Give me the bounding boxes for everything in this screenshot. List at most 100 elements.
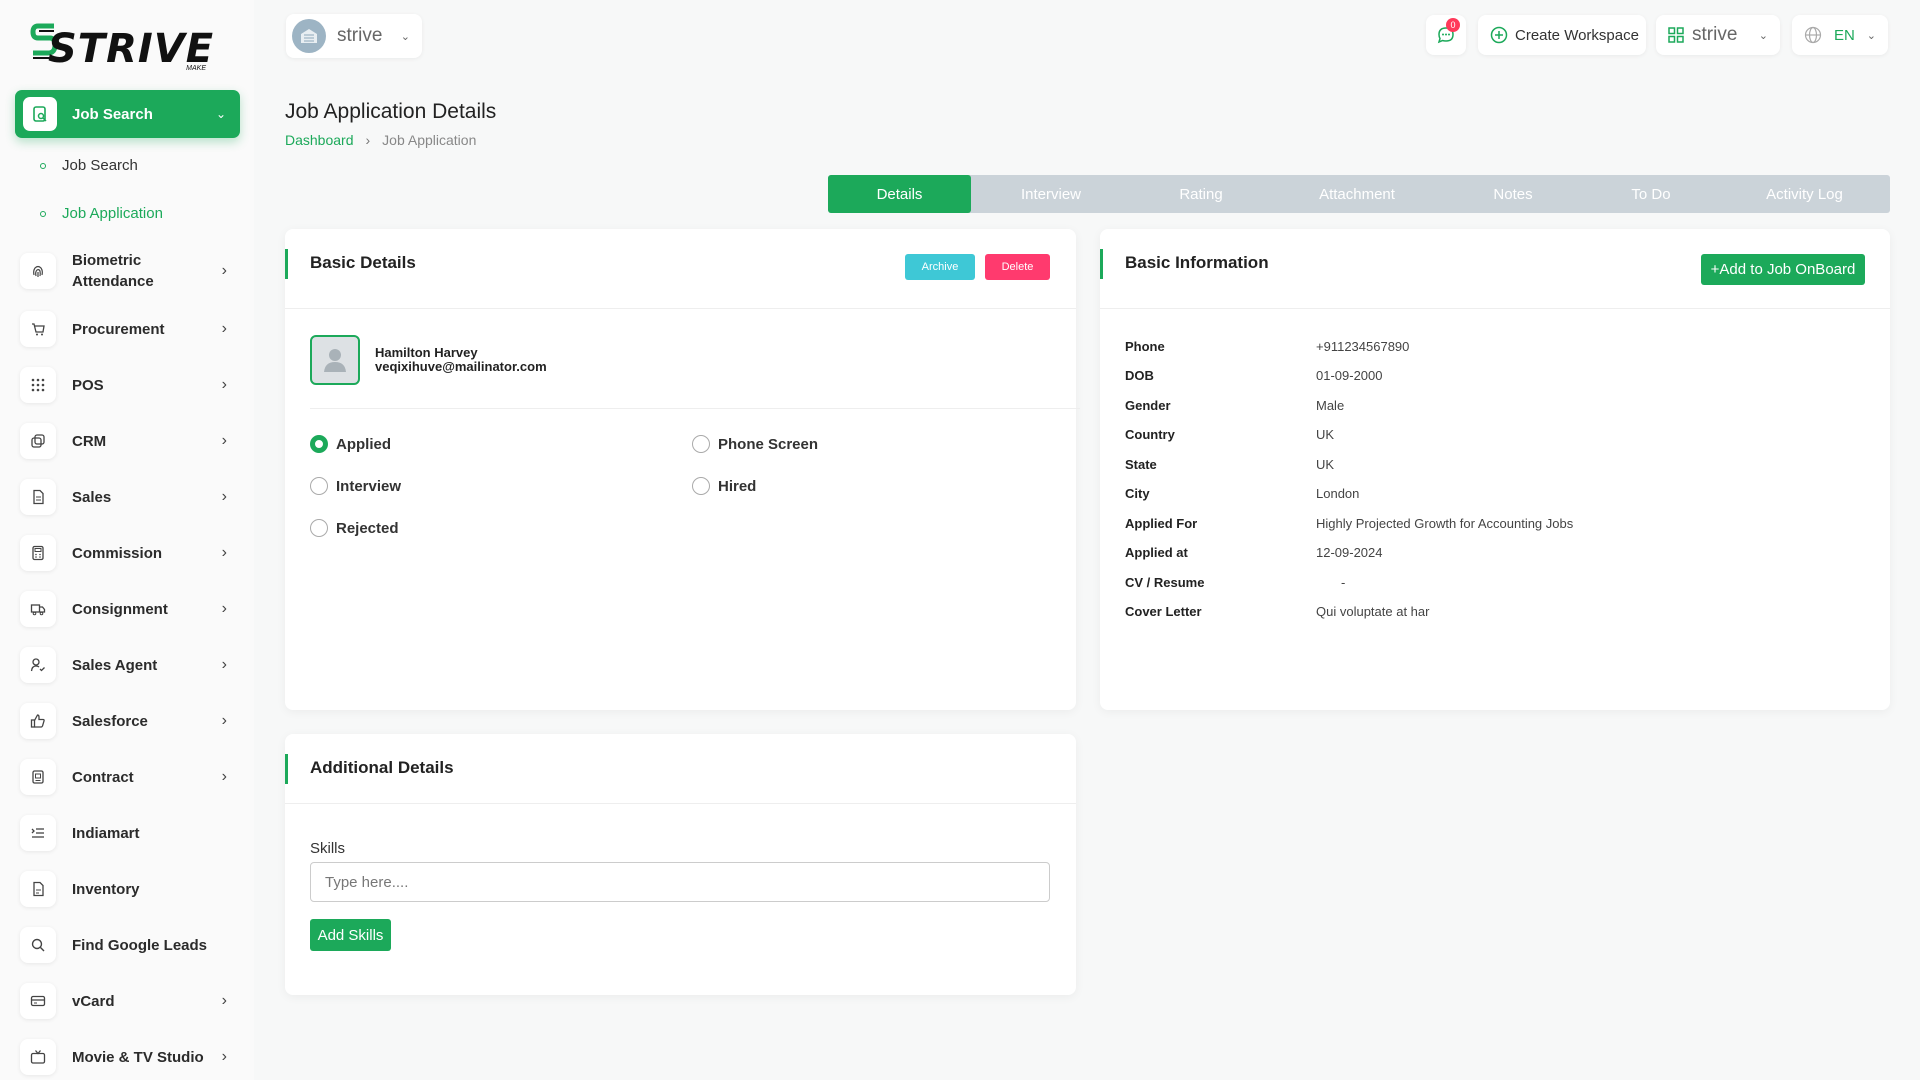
info-key: Cover Letter — [1125, 604, 1202, 619]
sidebar-item-label: Commission — [72, 544, 163, 562]
radio-circle — [310, 435, 328, 453]
notification-badge: 0 — [1446, 18, 1460, 32]
info-value: Male — [1316, 398, 1345, 413]
info-row-gender: Gender Male — [1125, 398, 1344, 413]
radio-circle — [692, 435, 710, 453]
calculator-icon — [20, 535, 56, 571]
card-header: Basic Details Archive Delete — [285, 229, 1076, 309]
sidebar-item-label: Salesforce — [72, 712, 148, 730]
info-value: UK — [1316, 457, 1335, 472]
tab-interview[interactable]: Interview — [971, 175, 1131, 213]
sidebar-item-indiamart[interactable]: Indiamart — [20, 815, 235, 851]
bullet-icon — [40, 210, 46, 217]
sidebar-subitem-job-search[interactable]: Job Search — [40, 157, 138, 174]
sidebar-item-pos[interactable]: POS › — [20, 367, 235, 403]
stage-radio-rejected[interactable]: Rejected — [310, 519, 399, 537]
stage-radio-interview[interactable]: Interview — [310, 477, 401, 495]
tab-notes[interactable]: Notes — [1443, 175, 1583, 213]
brand-logo[interactable]: STRIVE MAKE — [30, 20, 213, 72]
sidebar-item-find-google-leads[interactable]: Find Google Leads — [20, 927, 235, 963]
skills-label: Skills — [310, 840, 346, 857]
info-value: Highly Projected Growth for Accounting J… — [1316, 516, 1574, 531]
page-title: Job Application Details — [285, 100, 497, 123]
crm-icon — [20, 423, 56, 459]
info-row-cv-resume: CV / Resume - — [1125, 575, 1345, 590]
sidebar-item-label: POS — [72, 376, 104, 394]
radio-label: Phone Screen — [718, 435, 819, 453]
card-accent-bar — [1100, 249, 1103, 279]
info-value: 01-09-2000 — [1316, 368, 1383, 383]
card-title: Basic Information — [1125, 253, 1269, 272]
applicant-name: Hamilton Harvey — [375, 345, 478, 360]
breadcrumb-dashboard-link[interactable]: Dashboard — [285, 132, 354, 148]
basic-information-card: Basic Information +Add to Job OnBoard Ph… — [1100, 229, 1890, 710]
sidebar-subitem-label: Job Application — [62, 205, 163, 222]
chevron-right-icon: › — [221, 712, 227, 729]
tab-attachment[interactable]: Attachment — [1271, 175, 1443, 213]
tab-activity-log[interactable]: Activity Log — [1719, 175, 1890, 213]
tab-details[interactable]: Details — [828, 175, 971, 213]
list-icon — [20, 815, 56, 851]
bullet-icon — [40, 162, 46, 169]
language-switcher[interactable]: EN ⌄ — [1792, 15, 1888, 55]
sidebar-item-sales-agent[interactable]: Sales Agent › — [20, 647, 235, 683]
sidebar-item-sales[interactable]: Sales › — [20, 479, 235, 515]
info-key: Country — [1125, 427, 1175, 442]
sidebar-item-contract[interactable]: Contract › — [20, 759, 235, 795]
add-skills-button[interactable]: Add Skills — [310, 919, 391, 951]
stage-radio-applied[interactable]: Applied — [310, 435, 391, 453]
workspace-dropdown[interactable]: strive ⌄ — [286, 14, 422, 58]
sidebar-item-vcard[interactable]: vCard › — [20, 983, 235, 1019]
add-to-job-onboard-button[interactable]: +Add to Job OnBoard — [1701, 254, 1865, 285]
grid-icon — [20, 367, 56, 403]
sidebar-item-label: Procurement — [72, 320, 165, 338]
sidebar-item-crm[interactable]: CRM › — [20, 423, 235, 459]
stage-radio-phone-screen[interactable]: Phone Screen — [692, 435, 818, 453]
tab-to-do[interactable]: To Do — [1583, 175, 1719, 213]
info-key: City — [1125, 486, 1150, 501]
info-row-city: City London — [1125, 486, 1359, 501]
archive-button[interactable]: Archive — [905, 254, 975, 280]
radio-label: Applied — [336, 435, 391, 453]
delete-button[interactable]: Delete — [985, 254, 1050, 280]
sidebar-item-procurement[interactable]: Procurement › — [20, 311, 235, 347]
info-key: CV / Resume — [1125, 575, 1205, 590]
chevron-right-icon: › — [221, 600, 227, 617]
tv-icon — [20, 1039, 56, 1075]
messages-button[interactable]: 0 — [1426, 15, 1466, 55]
sidebar-item-label: Indiamart — [72, 824, 140, 842]
chevron-right-icon: › — [365, 132, 371, 148]
sidebar-item-inventory[interactable]: Inventory — [20, 871, 235, 907]
sidebar-subitem-job-application[interactable]: Job Application — [40, 205, 163, 222]
info-row-state: State UK — [1125, 457, 1334, 472]
sidebar-item-movie-tv-studio[interactable]: Movie & TV Studio › — [20, 1039, 235, 1075]
tab-rating[interactable]: Rating — [1131, 175, 1271, 213]
chevron-down-icon: ⌄ — [1758, 29, 1768, 42]
skills-input[interactable] — [310, 862, 1050, 902]
sidebar-item-commission[interactable]: Commission › — [20, 535, 235, 571]
sidebar-item-label: Consignment — [72, 600, 168, 618]
info-value: UK — [1316, 427, 1335, 442]
apps-icon — [1668, 27, 1684, 43]
info-value: London — [1316, 486, 1360, 501]
create-workspace-button[interactable]: Create Workspace — [1478, 15, 1646, 55]
stage-radio-hired[interactable]: Hired — [692, 477, 756, 495]
divider — [310, 408, 1080, 409]
truck-icon — [20, 591, 56, 627]
globe-icon — [1804, 26, 1822, 44]
sidebar-item-salesforce[interactable]: Salesforce › — [20, 703, 235, 739]
chevron-right-icon: › — [221, 992, 227, 1009]
radio-circle — [310, 519, 328, 537]
workspace-switcher[interactable]: strive ⌄ — [1656, 15, 1780, 55]
sidebar-item-label: Sales Agent — [72, 656, 158, 674]
sidebar-item-job-search[interactable]: Job Search ⌄ — [15, 90, 240, 138]
sidebar-item-consignment[interactable]: Consignment › — [20, 591, 235, 627]
sidebar-item-biometric-attendance[interactable]: Biometric Attendance › — [20, 250, 235, 292]
sidebar-item-label: Find Google Leads — [72, 936, 208, 954]
radio-label: Hired — [718, 477, 757, 495]
cart-icon — [20, 311, 56, 347]
basic-details-card: Basic Details Archive Delete Hamilton Ha… — [285, 229, 1080, 710]
workspace-switcher-label: strive — [1692, 24, 1738, 45]
create-workspace-label: Create Workspace — [1515, 26, 1639, 44]
logo-subtext: MAKE — [186, 65, 206, 72]
